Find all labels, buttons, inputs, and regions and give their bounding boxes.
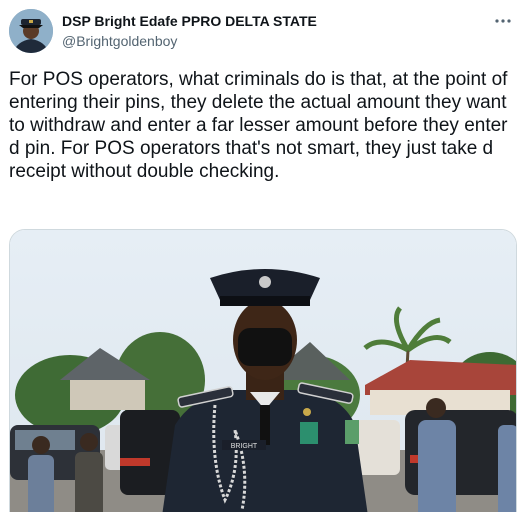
tweet-photo[interactable]: BRIGHT xyxy=(9,229,517,512)
author-display-name[interactable]: DSP Bright Edafe PPRO DELTA STATE xyxy=(62,13,317,30)
photo-officer-in-uniform: BRIGHT xyxy=(10,230,516,512)
more-icon xyxy=(495,19,511,23)
tweet-text: For POS operators, what criminals do is … xyxy=(9,69,508,182)
tweet-card: DSP Bright Edafe PPRO DELTA STATE @Brigh… xyxy=(0,0,528,512)
more-options-button[interactable] xyxy=(490,8,516,34)
author-handle[interactable]: @Brightgoldenboy xyxy=(62,32,317,50)
author-block: DSP Bright Edafe PPRO DELTA STATE @Brigh… xyxy=(62,13,317,50)
avatar[interactable] xyxy=(9,9,53,53)
name-tag: BRIGHT xyxy=(231,443,258,450)
avatar-image xyxy=(9,9,53,53)
